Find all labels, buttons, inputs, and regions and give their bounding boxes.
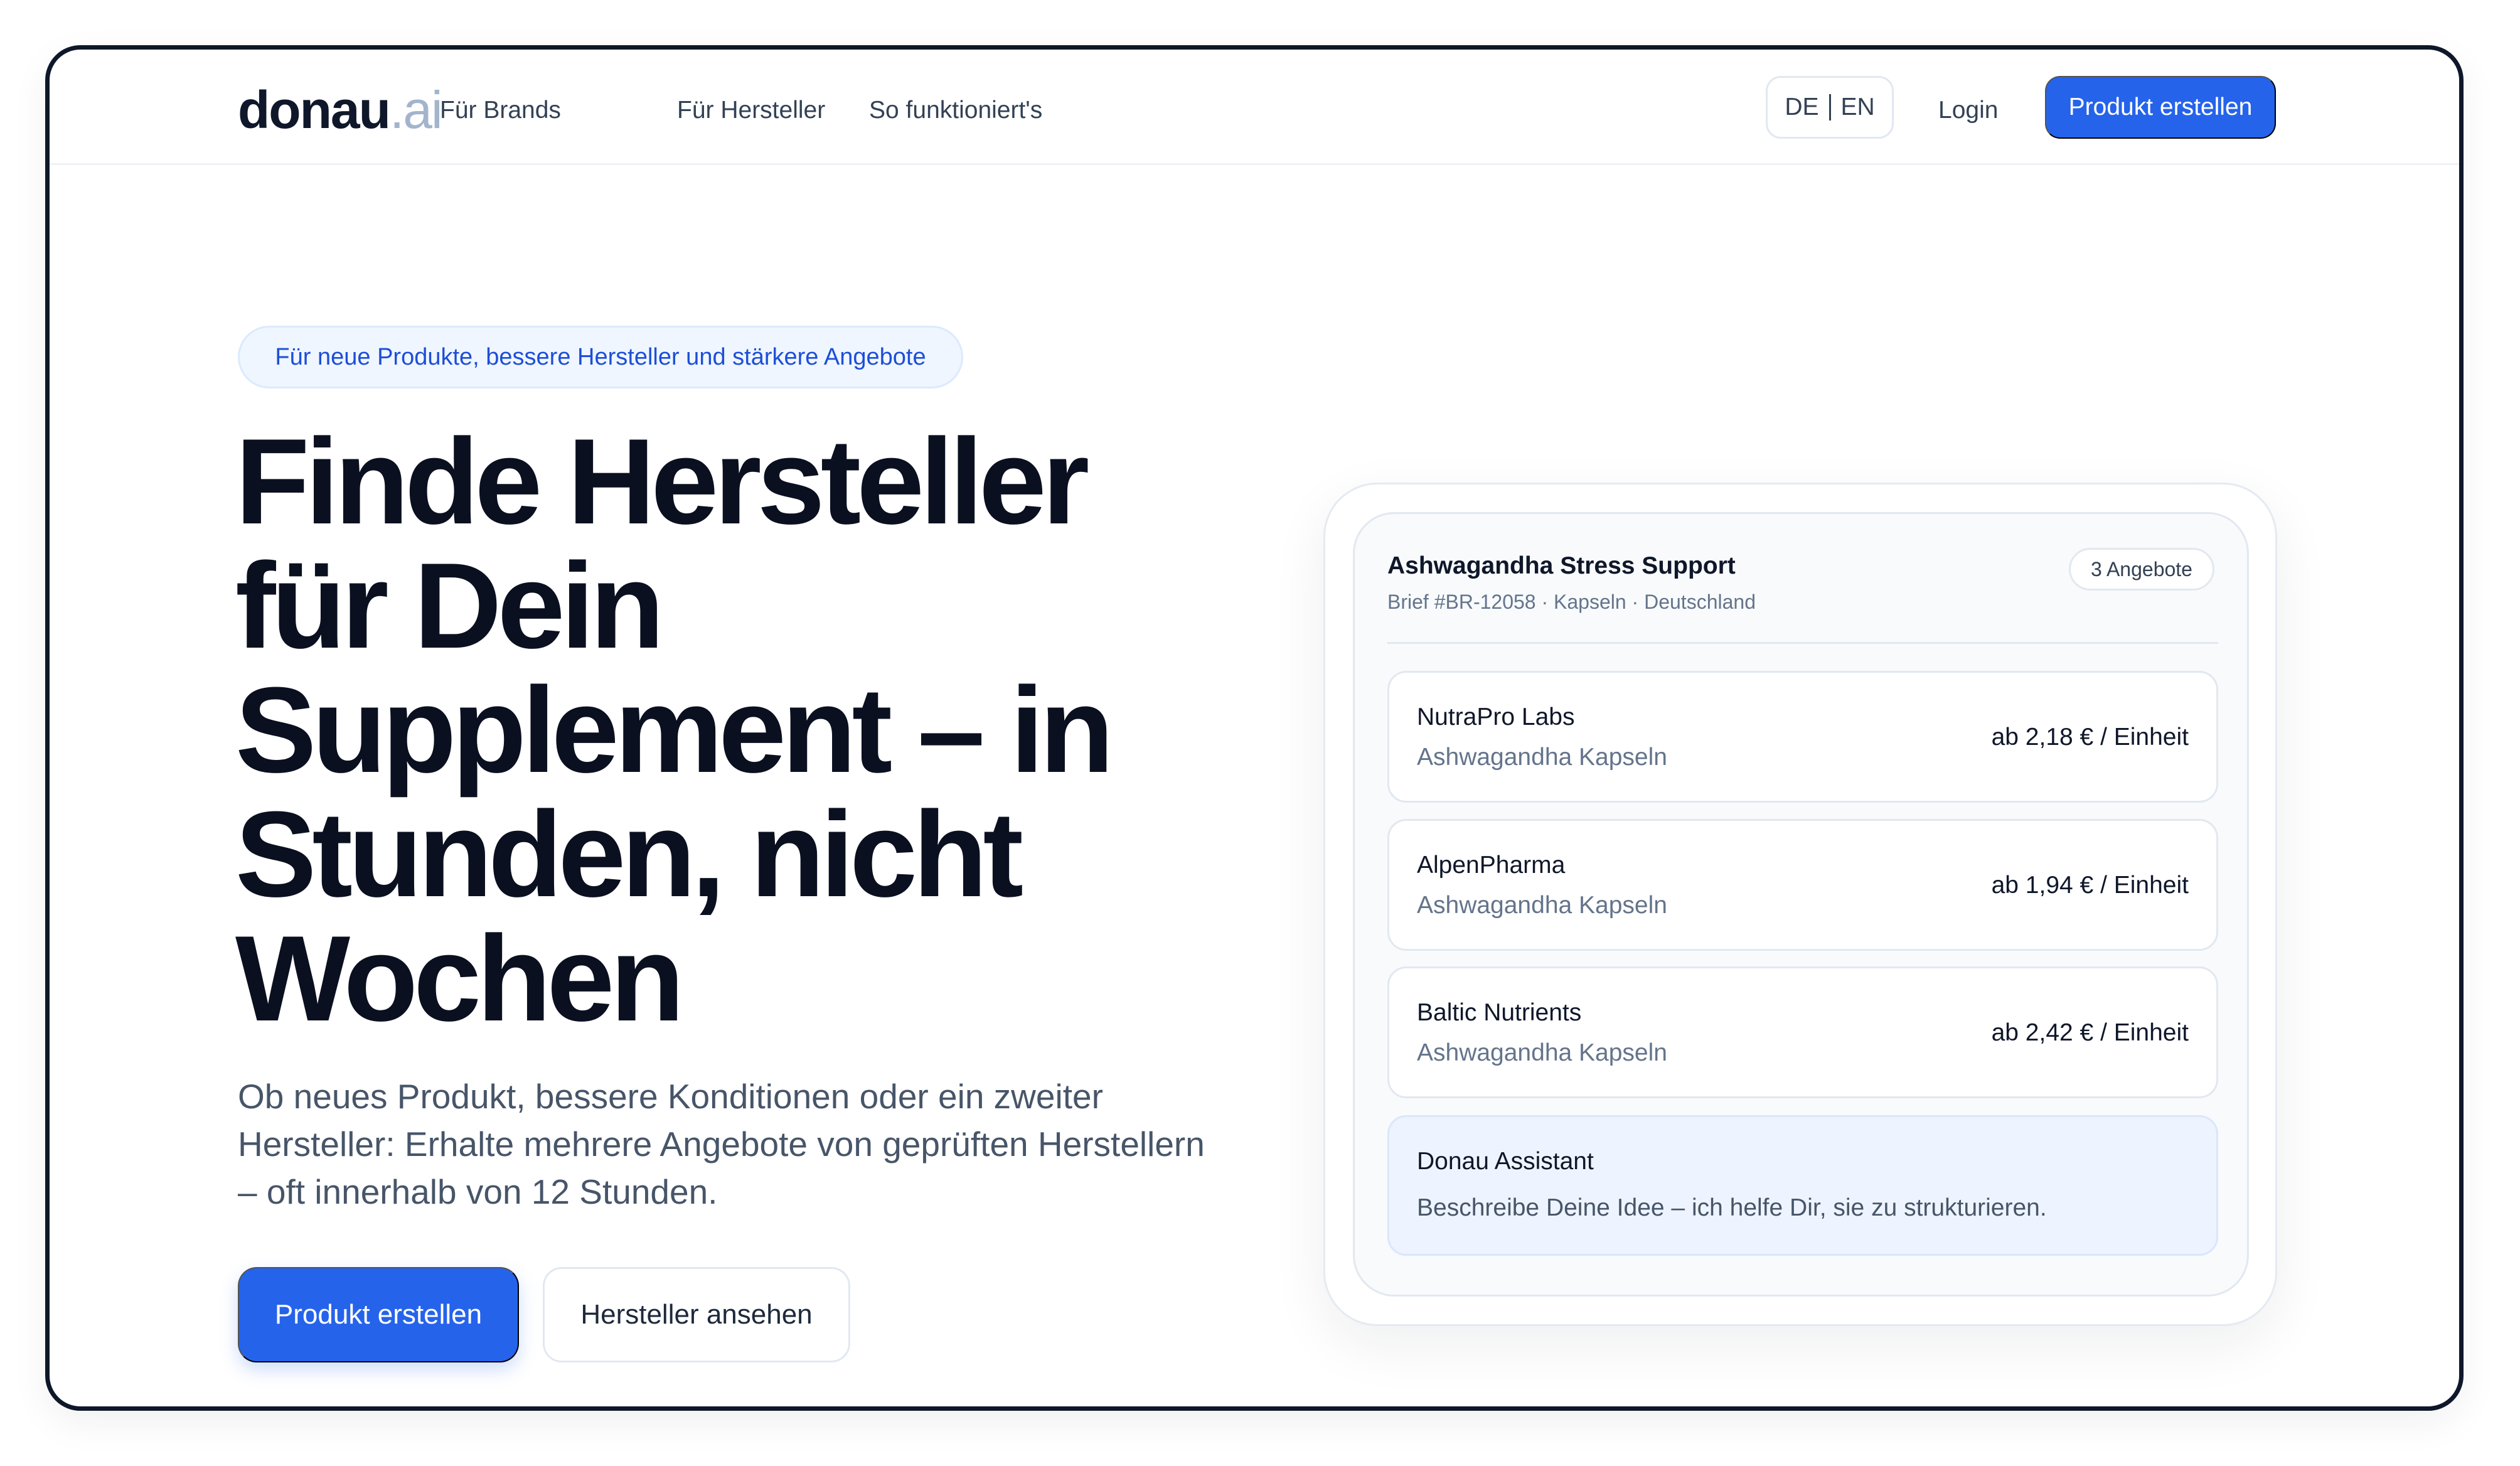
headline-line: für Dein — [235, 538, 665, 674]
headline-line: Supplement – in — [235, 662, 1114, 798]
nav-create-product-button[interactable]: Produkt erstellen — [2045, 76, 2276, 139]
offer-price: ab 1,94 € / Einheit — [1991, 872, 2189, 899]
headline-line: Finde Hersteller — [235, 414, 1089, 550]
nav-link-manufacturers[interactable]: Für Hersteller — [677, 95, 825, 126]
lang-de-option[interactable]: DE — [1785, 94, 1818, 121]
nav-link-brands[interactable]: Für Brands — [440, 95, 561, 126]
top-navigation: donau.ai Für Brands Für Hersteller So fu… — [50, 50, 2459, 165]
offer-price: ab 2,18 € / Einheit — [1991, 724, 2189, 751]
lang-en-option[interactable]: EN — [1841, 94, 1875, 121]
offer-item[interactable]: NutraPro Labs Ashwagandha Kapseln ab 2,1… — [1387, 671, 2218, 803]
assistant-prompt-text: Beschreibe Deine Idee – ich helfe Dir, s… — [1417, 1194, 2047, 1221]
brief-preview-card: Ashwagandha Stress Support Brief #BR-120… — [1323, 483, 2277, 1326]
language-switch[interactable]: DE EN — [1766, 76, 1894, 139]
hero-badge: Für neue Produkte, bessere Hersteller un… — [238, 326, 963, 388]
hero-subtext: Ob neues Produkt, bessere Konditionen od… — [238, 1077, 1205, 1211]
offer-manufacturer-name: AlpenPharma — [1417, 852, 1566, 879]
hero-headline: Finde Hersteller für Dein Supplement – i… — [235, 420, 1214, 1041]
assistant-panel[interactable]: Donau Assistant Beschreibe Deine Idee – … — [1387, 1115, 2218, 1256]
view-manufacturers-button[interactable]: Hersteller ansehen — [543, 1267, 850, 1362]
logo-suffix: .ai — [389, 80, 443, 139]
logo-text: donau — [238, 80, 391, 139]
card-divider — [1387, 642, 2218, 644]
lang-separator — [1829, 94, 1831, 120]
offer-product: Ashwagandha Kapseln — [1417, 892, 1667, 919]
offer-product: Ashwagandha Kapseln — [1417, 1039, 1667, 1066]
offer-manufacturer-name: Baltic Nutrients — [1417, 999, 1582, 1026]
offer-manufacturer-name: NutraPro Labs — [1417, 704, 1575, 730]
offer-item[interactable]: Baltic Nutrients Ashwagandha Kapseln ab … — [1387, 966, 2218, 1098]
logo[interactable]: donau.ai — [238, 78, 443, 141]
brief-meta: Brief #BR-12058 · Kapseln · Deutschland — [1387, 591, 1756, 613]
offer-price: ab 2,42 € / Einheit — [1991, 1019, 2189, 1046]
brief-title: Ashwagandha Stress Support — [1387, 552, 1736, 579]
create-product-button[interactable]: Produkt erstellen — [238, 1267, 519, 1362]
headline-line: Stunden, nicht — [235, 786, 1023, 923]
login-link[interactable]: Login — [1938, 95, 1998, 126]
browser-frame: donau.ai Für Brands Für Hersteller So fu… — [45, 45, 2464, 1411]
nav-link-how-it-works[interactable]: So funktioniert's — [869, 95, 1042, 126]
offer-product: Ashwagandha Kapseln — [1417, 744, 1667, 771]
headline-line: Wochen — [235, 911, 685, 1047]
brief-preview-inner: Ashwagandha Stress Support Brief #BR-120… — [1353, 512, 2249, 1297]
assistant-title: Donau Assistant — [1417, 1148, 1594, 1175]
offer-item[interactable]: AlpenPharma Ashwagandha Kapseln ab 1,94 … — [1387, 819, 2218, 951]
offers-count-badge: 3 Angebote — [2069, 548, 2214, 591]
